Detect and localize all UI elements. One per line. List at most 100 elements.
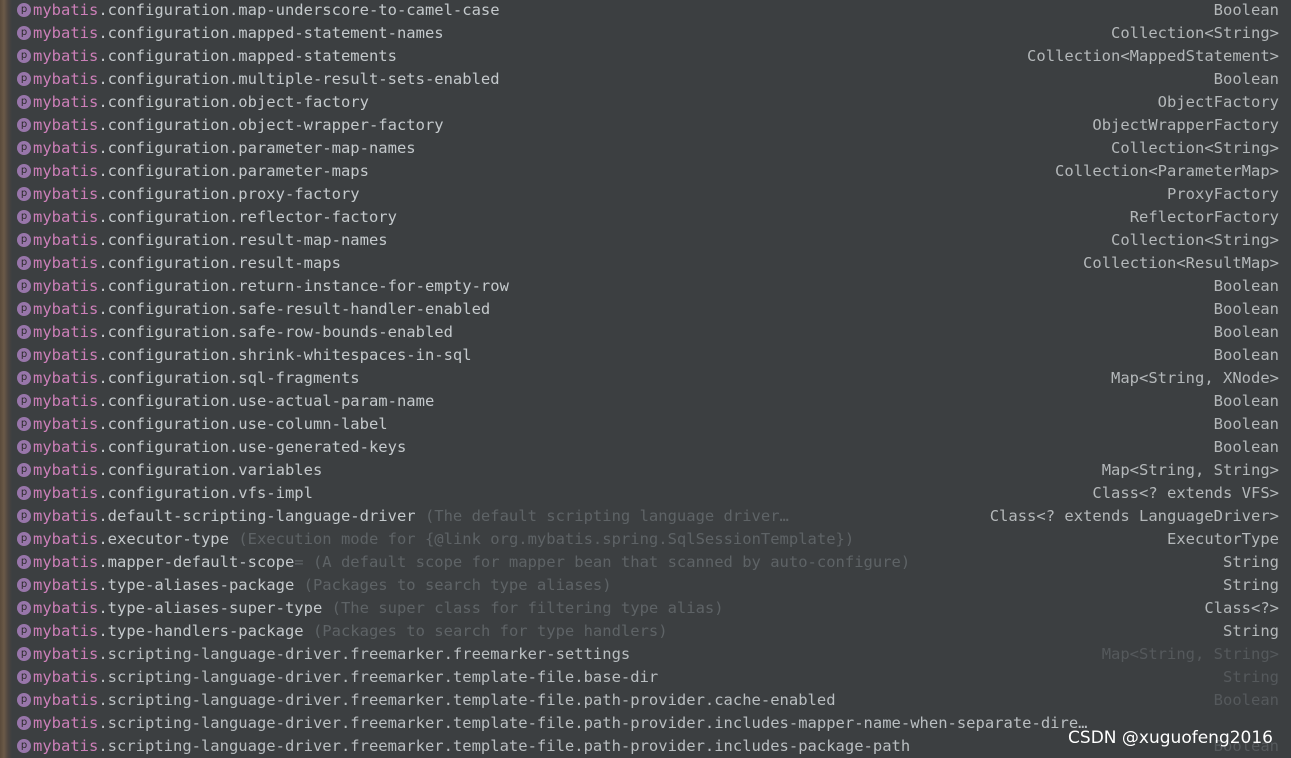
property-name: mybatis.configuration.safe-row-bounds-en…: [33, 321, 453, 344]
property-path: .configuration.use-generated-keys: [98, 438, 407, 456]
property-prefix: mybatis: [33, 24, 99, 42]
completion-item[interactable]: p mybatis.configuration.return-instance-f…: [0, 275, 1291, 298]
completion-item[interactable]: p mybatis.configuration.result-map-names C…: [0, 229, 1291, 252]
property-path: .configuration.result-map-names: [98, 231, 388, 249]
completion-item[interactable]: p mybatis.configuration.use-actual-param-…: [0, 390, 1291, 413]
property-path: .type-aliases-package: [98, 576, 295, 594]
completion-item[interactable]: p mybatis.configuration.safe-row-bounds-e…: [0, 321, 1291, 344]
completion-item[interactable]: p mybatis.configuration.mapped-statements…: [0, 45, 1291, 68]
completion-item[interactable]: p mybatis.configuration.safe-result-handl…: [0, 298, 1291, 321]
property-path: .configuration.mapped-statements: [98, 47, 397, 65]
completion-item[interactable]: p mybatis.configuration.shrink-whitespace…: [0, 344, 1291, 367]
property-icon: p: [17, 647, 31, 661]
property-prefix: mybatis: [33, 507, 99, 525]
completion-item[interactable]: p mybatis.type-aliases-super-type (The su…: [0, 597, 1291, 620]
property-description: (Execution mode for {@link org.mybatis.s…: [228, 530, 855, 548]
completion-item[interactable]: p mybatis.configuration.use-generated-key…: [0, 436, 1291, 459]
property-path: .configuration.sql-fragments: [98, 369, 360, 387]
property-icon: p: [17, 256, 31, 270]
property-type: String: [1217, 551, 1279, 574]
property-icon: p: [17, 532, 31, 546]
completion-item[interactable]: p mybatis.mapper-default-scope= (A defaul…: [0, 551, 1291, 574]
property-prefix: mybatis: [33, 369, 99, 387]
property-name: mybatis.configuration.map-underscore-to-…: [33, 0, 500, 22]
property-name: mybatis.configuration.safe-result-handle…: [33, 298, 490, 321]
completion-item[interactable]: p mybatis.configuration.map-underscore-to…: [0, 0, 1291, 22]
property-type: ProxyFactory: [1161, 183, 1279, 206]
property-icon: p: [17, 440, 31, 454]
property-name: mybatis.configuration.variables: [33, 459, 322, 482]
property-path: .configuration.vfs-impl: [98, 484, 313, 502]
property-description: = (A default scope for mapper bean that …: [294, 553, 911, 571]
completion-item[interactable]: p mybatis.configuration.variables Map<Stri…: [0, 459, 1291, 482]
property-type: Boolean: [1207, 413, 1279, 436]
property-type: Map<String, XNode>: [1105, 367, 1279, 390]
property-icon: p: [17, 72, 31, 86]
property-icon: p: [17, 187, 31, 201]
property-name: mybatis.type-aliases-package (Packages t…: [33, 574, 612, 597]
property-path: .configuration.multiple-result-sets-enab…: [98, 70, 500, 88]
property-prefix: mybatis: [33, 70, 99, 88]
completion-item[interactable]: p mybatis.configuration.reflector-factory…: [0, 206, 1291, 229]
completion-item[interactable]: p mybatis.configuration.parameter-map-nam…: [0, 137, 1291, 160]
property-icon: p: [17, 578, 31, 592]
property-icon: p: [17, 371, 31, 385]
watermark: CSDN @xuguofeng2016: [1068, 728, 1273, 748]
property-name: mybatis.configuration.result-maps: [33, 252, 341, 275]
property-prefix: mybatis: [33, 93, 99, 111]
property-prefix: mybatis: [33, 553, 99, 571]
property-prefix: mybatis: [33, 392, 99, 410]
property-type: Boolean: [1207, 344, 1279, 367]
property-prefix: mybatis: [33, 645, 99, 663]
completion-item[interactable]: p mybatis.type-aliases-package (Packages …: [0, 574, 1291, 597]
property-prefix: mybatis: [33, 300, 99, 318]
property-prefix: mybatis: [33, 254, 99, 272]
property-path: .configuration.safe-result-handler-enabl…: [98, 300, 491, 318]
completion-item[interactable]: p mybatis.scripting-language-driver.freem…: [0, 689, 1291, 712]
property-type: Boolean: [1207, 436, 1279, 459]
property-icon: p: [17, 164, 31, 178]
property-name: mybatis.configuration.object-factory: [33, 91, 369, 114]
property-type: Class<?>: [1198, 597, 1279, 620]
property-name: mybatis.type-handlers-package (Packages …: [33, 620, 668, 643]
completion-item[interactable]: p mybatis.configuration.proxy-factory Prox…: [0, 183, 1291, 206]
property-type: Collection<MappedStatement>: [1021, 45, 1279, 68]
property-icon: p: [17, 693, 31, 707]
completion-item[interactable]: p mybatis.default-scripting-language-driv…: [0, 505, 1291, 528]
property-type: Collection<String>: [1105, 229, 1279, 252]
property-type: Boolean: [1207, 298, 1279, 321]
completion-item[interactable]: p mybatis.configuration.object-wrapper-fa…: [0, 114, 1291, 137]
property-path: .configuration.variables: [98, 461, 323, 479]
property-prefix: mybatis: [33, 714, 99, 732]
completion-item[interactable]: p mybatis.configuration.parameter-maps Col…: [0, 160, 1291, 183]
property-name: mybatis.configuration.shrink-whitespaces…: [33, 344, 472, 367]
property-type: Map<String, String>: [1095, 643, 1279, 666]
property-name: mybatis.configuration.multiple-result-se…: [33, 68, 500, 91]
completion-item[interactable]: p mybatis.configuration.mapped-statement-…: [0, 22, 1291, 45]
property-path: .configuration.mapped-statement-names: [98, 24, 444, 42]
property-name: mybatis.scripting-language-driver.freema…: [33, 666, 658, 689]
property-icon: p: [17, 49, 31, 63]
property-prefix: mybatis: [33, 346, 99, 364]
completion-item[interactable]: p mybatis.scripting-language-driver.freem…: [0, 666, 1291, 689]
completion-item[interactable]: p mybatis.configuration.use-column-label B…: [0, 413, 1291, 436]
property-type: Collection<ParameterMap>: [1049, 160, 1279, 183]
completion-item[interactable]: p mybatis.configuration.vfs-impl Class<? e…: [0, 482, 1291, 505]
completion-item[interactable]: p mybatis.configuration.sql-fragments Map<…: [0, 367, 1291, 390]
completion-item[interactable]: p mybatis.type-handlers-package (Packages…: [0, 620, 1291, 643]
completion-item[interactable]: p mybatis.configuration.result-maps Collec…: [0, 252, 1291, 275]
property-path: .type-handlers-package: [98, 622, 304, 640]
property-path: .configuration.proxy-factory: [98, 185, 360, 203]
property-prefix: mybatis: [33, 622, 99, 640]
property-type: ObjectFactory: [1151, 91, 1279, 114]
property-prefix: mybatis: [33, 438, 99, 456]
property-prefix: mybatis: [33, 116, 99, 134]
property-prefix: mybatis: [33, 576, 99, 594]
completion-item[interactable]: p mybatis.configuration.multiple-result-s…: [0, 68, 1291, 91]
property-icon: p: [17, 233, 31, 247]
completion-item[interactable]: p mybatis.executor-type (Execution mode f…: [0, 528, 1291, 551]
completion-item[interactable]: p mybatis.configuration.object-factory Obj…: [0, 91, 1291, 114]
property-prefix: mybatis: [33, 277, 99, 295]
property-path: .type-aliases-super-type: [98, 599, 323, 617]
completion-item[interactable]: p mybatis.scripting-language-driver.freem…: [0, 643, 1291, 666]
